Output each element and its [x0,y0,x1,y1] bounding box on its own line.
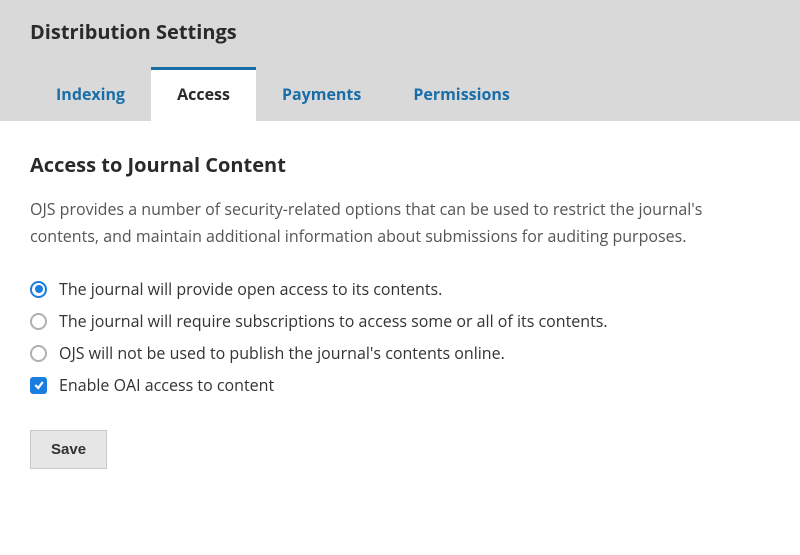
section-title: Access to Journal Content [30,151,770,178]
radio-icon[interactable] [30,281,47,298]
radio-icon[interactable] [30,313,47,330]
check-icon [33,379,45,391]
option-label: The journal will require subscriptions t… [59,310,608,332]
option-subscriptions[interactable]: The journal will require subscriptions t… [30,310,770,332]
page-title: Distribution Settings [30,18,770,45]
tab-permissions[interactable]: Permissions [387,67,536,121]
option-label: Enable OAI access to content [59,374,274,396]
option-label: The journal will provide open access to … [59,278,442,300]
header: Distribution Settings Indexing Access Pa… [0,0,800,121]
option-open-access[interactable]: The journal will provide open access to … [30,278,770,300]
option-not-publish[interactable]: OJS will not be used to publish the jour… [30,342,770,364]
tab-access[interactable]: Access [151,67,256,121]
tabs: Indexing Access Payments Permissions [30,67,770,121]
save-button[interactable]: Save [30,430,107,469]
checkbox-icon[interactable] [30,377,47,394]
radio-icon[interactable] [30,345,47,362]
tab-payments[interactable]: Payments [256,67,387,121]
access-options: The journal will provide open access to … [30,278,770,396]
content: Access to Journal Content OJS provides a… [0,121,800,489]
option-enable-oai[interactable]: Enable OAI access to content [30,374,770,396]
option-label: OJS will not be used to publish the jour… [59,342,505,364]
section-description: OJS provides a number of security-relate… [30,196,770,250]
tab-indexing[interactable]: Indexing [30,67,151,121]
